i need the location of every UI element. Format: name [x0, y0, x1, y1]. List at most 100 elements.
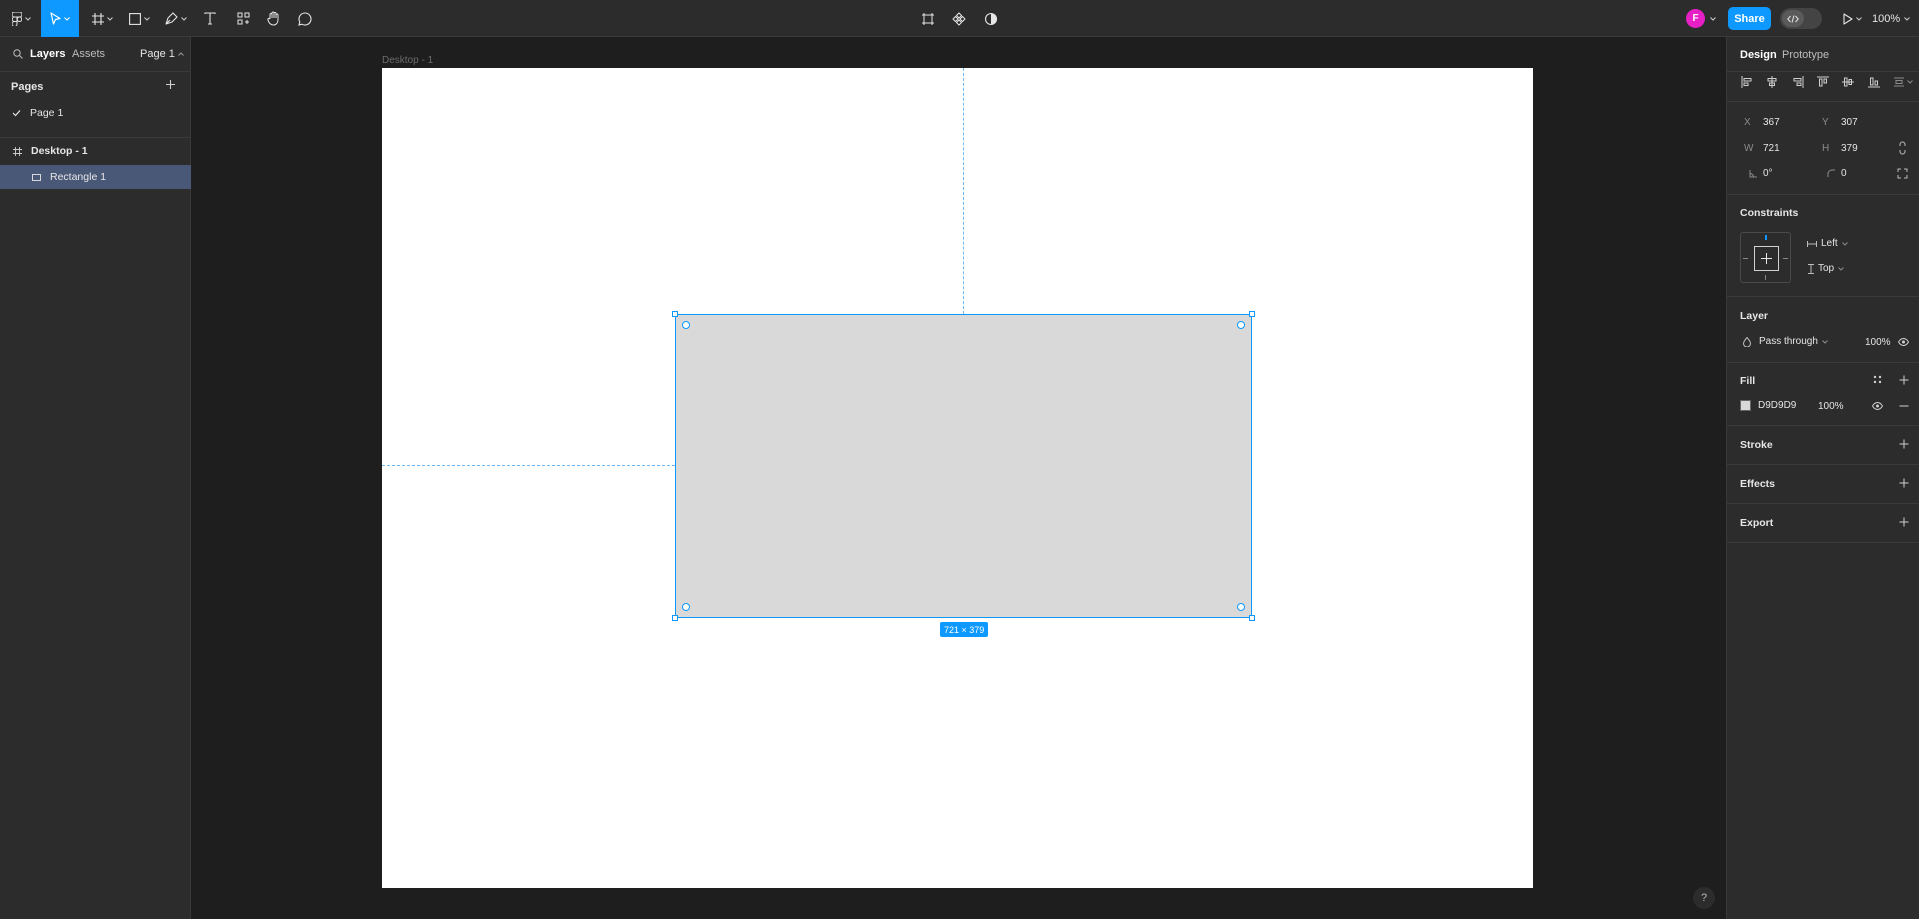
text-tool-button[interactable] [200, 0, 220, 37]
zoom-dropdown[interactable]: 100% [1872, 0, 1910, 37]
add-export-icon[interactable] [1899, 517, 1909, 527]
divider [1727, 425, 1919, 426]
create-component-button[interactable] [948, 0, 970, 37]
height-field[interactable]: H 379 [1822, 143, 1858, 154]
width-field[interactable]: W 721 [1744, 143, 1780, 154]
horizontal-constraint-dropdown[interactable]: Left [1807, 238, 1848, 249]
divider [0, 71, 191, 72]
align-right-icon[interactable] [1792, 76, 1804, 88]
help-button[interactable]: ? [1693, 887, 1715, 909]
chevron-down-icon [1904, 16, 1910, 21]
dev-mode-toggle[interactable] [1780, 8, 1822, 29]
distribute-dropdown[interactable] [1893, 76, 1913, 88]
resize-handle-top-left[interactable] [672, 311, 678, 317]
frame-icon [13, 146, 22, 156]
constraint-right[interactable] [1783, 258, 1788, 259]
crop-frame-button[interactable] [917, 0, 939, 37]
corner-radius-handle[interactable] [1237, 321, 1245, 329]
tab-prototype[interactable]: Prototype [1782, 49, 1829, 61]
pages-heading: Pages [11, 81, 44, 93]
frame-tool-button[interactable] [86, 0, 118, 37]
top-toolbar: F Share 100% [0, 0, 1919, 37]
eye-icon[interactable] [1872, 402, 1883, 410]
resources-tool-button[interactable] [232, 0, 254, 37]
main-menu-button[interactable] [6, 0, 36, 37]
resize-handle-bottom-left[interactable] [672, 615, 678, 621]
constraint-left[interactable] [1743, 258, 1748, 259]
blend-mode-icon [1743, 336, 1751, 347]
frame-label[interactable]: Desktop - 1 [382, 55, 433, 66]
zoom-value: 100% [1872, 12, 1901, 25]
layer-label: Desktop - 1 [31, 145, 88, 157]
add-fill-icon[interactable] [1899, 375, 1909, 385]
constraint-top-active[interactable] [1765, 235, 1767, 240]
align-left-icon[interactable] [1741, 76, 1753, 88]
pen-icon [165, 12, 178, 25]
stroke-heading: Stroke [1740, 439, 1773, 451]
layer-row-frame[interactable]: Desktop - 1 [0, 139, 191, 163]
tab-assets[interactable]: Assets [72, 48, 105, 60]
blend-mode-dropdown[interactable]: Pass through [1743, 336, 1828, 347]
divider [1727, 194, 1919, 195]
avatar-menu-button[interactable] [1708, 0, 1718, 37]
add-effect-icon[interactable] [1899, 478, 1909, 488]
chevron-up-icon [178, 52, 184, 56]
left-panel-tabs: Layers Assets Page 1 [0, 37, 191, 71]
move-tool-button[interactable] [41, 0, 79, 37]
resize-handle-bottom-right[interactable] [1249, 615, 1255, 621]
divider [1727, 542, 1919, 543]
align-horizontal-center-icon[interactable] [1766, 76, 1778, 88]
chevron-down-icon [1841, 241, 1848, 246]
components-resources-icon [237, 12, 249, 25]
fill-color-field[interactable]: D9D9D9 [1740, 400, 1796, 411]
remove-fill-icon[interactable] [1899, 405, 1909, 407]
styles-grid-icon[interactable] [1873, 375, 1882, 384]
fill-swatch[interactable] [1740, 400, 1751, 411]
chevron-down-icon [1907, 80, 1913, 84]
layer-opacity-field[interactable]: 100% [1865, 337, 1891, 348]
rectangle-shape[interactable] [675, 314, 1252, 618]
vertical-constraint-dropdown[interactable]: Top [1808, 263, 1844, 274]
shape-tool-button[interactable] [123, 0, 155, 37]
corner-radius-handle[interactable] [682, 603, 690, 611]
rotation-icon [1749, 170, 1757, 178]
constraint-bottom[interactable] [1765, 275, 1766, 280]
mask-button[interactable] [980, 0, 1002, 37]
corner-radius-handle[interactable] [682, 321, 690, 329]
constrain-proportions-icon[interactable] [1898, 141, 1907, 155]
hand-tool-button[interactable] [263, 0, 285, 37]
y-position-field[interactable]: Y 307 [1822, 117, 1858, 128]
fill-hex: D9D9D9 [1758, 400, 1797, 411]
tab-design[interactable]: Design [1740, 49, 1777, 61]
resize-handle-top-right[interactable] [1249, 311, 1255, 317]
present-button[interactable] [1838, 0, 1866, 37]
pen-tool-button[interactable] [160, 0, 192, 37]
user-avatar[interactable]: F [1686, 9, 1705, 28]
align-bottom-icon[interactable] [1867, 76, 1880, 88]
divider [1727, 362, 1919, 363]
layer-row-rectangle[interactable]: Rectangle 1 [0, 165, 191, 189]
page-selector[interactable]: Page 1 [140, 48, 184, 60]
share-button[interactable]: Share [1728, 7, 1771, 30]
eye-icon[interactable] [1898, 338, 1909, 346]
comment-tool-button[interactable] [294, 0, 316, 37]
canvas[interactable]: Desktop - 1 721 × 379 ? [192, 37, 1725, 919]
rotation-field[interactable]: 0° [1744, 168, 1773, 179]
search-icon[interactable] [13, 49, 23, 59]
constraint-widget[interactable] [1740, 232, 1791, 283]
constraint-inner-box [1754, 246, 1779, 271]
independent-corners-icon[interactable] [1897, 168, 1908, 179]
align-top-icon[interactable] [1816, 76, 1829, 88]
fill-opacity-field[interactable]: 100% [1818, 401, 1844, 412]
h-value: 379 [1841, 143, 1858, 154]
divider [0, 137, 191, 138]
tab-layers[interactable]: Layers [30, 48, 65, 60]
corner-radius-handle[interactable] [1237, 603, 1245, 611]
x-position-field[interactable]: X 367 [1744, 117, 1780, 128]
add-page-icon[interactable] [165, 79, 176, 90]
corner-radius-field[interactable]: 0 [1822, 168, 1847, 179]
corner-radius-icon [1827, 169, 1835, 177]
add-stroke-icon[interactable] [1899, 439, 1909, 449]
align-vertical-center-icon[interactable] [1842, 76, 1855, 88]
page-item[interactable]: Page 1 [0, 101, 191, 125]
